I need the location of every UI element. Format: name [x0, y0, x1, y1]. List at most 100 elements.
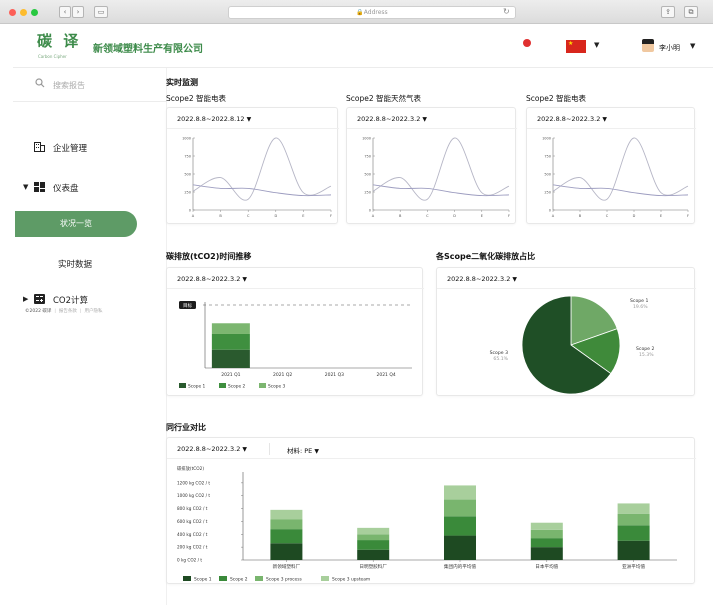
sidebar-item-overview[interactable]: 状况一览 — [15, 211, 137, 237]
y-tick-label: 1000 — [542, 137, 551, 141]
industry-title: 同行业对比 — [166, 423, 206, 432]
legend-label: Scope 3 process — [266, 577, 303, 583]
y-tick-label: 750 — [184, 155, 191, 159]
slice-value: 15.3% — [639, 352, 654, 358]
sidebar-toggle-button[interactable]: ▭ — [94, 6, 108, 18]
bar-segment — [444, 485, 476, 500]
trend-card: 2022.8.8~2022.3.2 ▼ 目标 2021 Q1 2021 Q2 2021… — [166, 267, 424, 396]
legend-swatch — [321, 576, 329, 581]
caret-down-icon: ▼ — [422, 116, 428, 123]
date-filter[interactable]: 2022.8.8~2022.3.2 ▼ — [537, 115, 607, 123]
avatar[interactable] — [642, 39, 654, 52]
y-tick-label: 500 — [184, 173, 191, 177]
x-tick-label: 日本平均值 — [535, 563, 558, 570]
legend-label: Scope 2 — [228, 384, 245, 390]
caret-down-icon: ▼ — [314, 448, 319, 455]
y-tick-label: 1000 — [362, 137, 371, 141]
trend-title: 碳排放(tCO2)时间推移 — [166, 252, 252, 261]
date-filter[interactable]: 2022.8.8~2022.3.2 ▼ — [177, 445, 247, 453]
series-line — [552, 137, 689, 201]
sidebar-item-realtime[interactable]: 实时数据 — [13, 256, 167, 270]
caret-right-icon: ▶ — [23, 295, 29, 303]
panel-title: Scope2 智能电表 — [166, 94, 227, 103]
caret-down-icon: ▼ — [242, 276, 248, 283]
bar-segment — [270, 529, 303, 544]
bar-segment — [530, 522, 563, 530]
search-box[interactable]: 搜索报告 — [13, 68, 167, 102]
chevron-down-icon[interactable]: ▼ — [594, 41, 599, 49]
building-icon — [34, 142, 45, 152]
y-tick-label: 750 — [544, 155, 551, 159]
search-placeholder: 搜索报告 — [53, 81, 85, 90]
target-label: 目标 — [183, 302, 192, 309]
bar-segment — [444, 516, 476, 536]
date-filter[interactable]: 2022.8.8~2022.8.12 ▼ — [177, 115, 251, 123]
realtime-title: 实时监测 — [166, 78, 198, 87]
panel-title: Scope2 智能天然气表 — [346, 94, 422, 103]
y-tick-label: 250 — [184, 191, 191, 195]
material-filter[interactable]: 材料: PE ▼ — [287, 445, 319, 455]
slice-name: Scope 2 — [636, 346, 654, 352]
close-window-button[interactable] — [9, 9, 16, 16]
date-filter[interactable]: 2022.8.8~2022.3.2 ▼ — [447, 275, 517, 283]
minimize-window-button[interactable] — [20, 9, 27, 16]
x-tick-label: F — [687, 214, 689, 218]
sidebar-item-co2-calc[interactable]: ▶ CO2计算 — [13, 292, 167, 306]
back-button[interactable]: ‹ — [59, 6, 71, 18]
legend-label: Scope 1 — [188, 384, 205, 390]
legend-swatch — [219, 383, 226, 388]
x-tick-label: E — [481, 214, 483, 218]
chevron-down-icon[interactable]: ▼ — [690, 42, 695, 50]
browser-toolbar: ‹ › ▭ 🔒Address ↻ ⇪ ⧉ — [0, 0, 713, 24]
line-chart: 0 250 500 750 1000 A B C D E F — [542, 137, 689, 219]
y-tick-label: 250 — [364, 191, 371, 195]
y-tick-label: 250 — [544, 191, 551, 195]
bar-segment — [270, 509, 303, 520]
x-tick-label: C — [606, 214, 609, 218]
bar-segment — [357, 549, 390, 560]
maximize-window-button[interactable] — [31, 9, 38, 16]
privacy-link[interactable]: 用户隐私 — [84, 309, 102, 314]
x-tick-label: D — [453, 214, 456, 218]
terms-link[interactable]: 报告条款 — [59, 309, 77, 314]
sidebar-footer: ©2022 碳译 | 报告条款 | 用户隐私 — [25, 309, 103, 314]
y-tick-label: 1200 kg CO2 / t — [177, 480, 210, 485]
stacked-bar-chart: 目标 2021 Q1 2021 Q2 2021 Q3 2021 Q4 Scope 1 Sco… — [179, 301, 412, 390]
sidebar-item-company[interactable]: 企业管理 — [13, 140, 167, 154]
series-line — [192, 137, 332, 201]
lock-icon: 🔒 — [356, 9, 364, 16]
caret-down-icon: ▼ — [512, 276, 518, 283]
x-tick-label: D — [633, 214, 636, 218]
slice-name: Scope 3 — [490, 350, 508, 356]
x-tick-label: C — [426, 214, 429, 218]
sidebar-item-dashboard[interactable]: ▼ 仪表盘 — [13, 180, 167, 194]
forward-button[interactable]: › — [72, 6, 84, 18]
bar-segment — [530, 547, 563, 560]
reload-icon[interactable]: ↻ — [503, 7, 510, 16]
address-bar[interactable]: 🔒Address — [228, 6, 516, 19]
address-text: Address — [363, 9, 388, 16]
industry-card: 2022.8.8~2022.3.2 ▼ 材料: PE ▼ 碳排放(tCO2) 0 … — [166, 437, 696, 584]
y-tick-label: 600 kg CO2 / t — [177, 519, 208, 524]
logo: 碳 译 — [37, 32, 82, 50]
notification-badge[interactable] — [523, 39, 531, 47]
y-tick-label: 0 — [189, 209, 191, 213]
x-tick-label: 2021 Q1 — [221, 372, 240, 378]
new-tab-button[interactable]: ⧉ — [684, 6, 698, 18]
y-tick-label: 400 kg CO2 / t — [177, 532, 208, 537]
bar-segment — [211, 333, 250, 350]
date-filter[interactable]: 2022.8.8~2022.3.2 ▼ — [177, 275, 247, 283]
sidebar-item-label: 仪表盘 — [53, 184, 79, 194]
y-tick-label: 0 — [369, 209, 371, 213]
caret-down-icon: ▼ — [246, 116, 252, 123]
app: 碳 译 Carbon Cipher 新领域塑料生产有限公司 ★ ▼ 李小明 ▼ … — [13, 24, 713, 605]
y-tick-label: 0 kg CO2 / t — [177, 558, 202, 563]
user-name[interactable]: 李小明 — [659, 43, 680, 53]
china-flag-icon[interactable]: ★ — [566, 40, 586, 53]
topbar: 碳 译 Carbon Cipher 新领域塑料生产有限公司 ★ ▼ 李小明 ▼ — [13, 24, 713, 68]
x-tick-label: F — [508, 214, 510, 218]
date-filter[interactable]: 2022.8.8~2022.3.2 ▼ — [357, 115, 427, 123]
line-card-gas: 2022.8.8~2022.3.2 ▼ 0 250 500 750 1000 A B C D E F — [346, 107, 517, 224]
series-line — [192, 184, 332, 197]
share-button[interactable]: ⇪ — [661, 6, 675, 18]
